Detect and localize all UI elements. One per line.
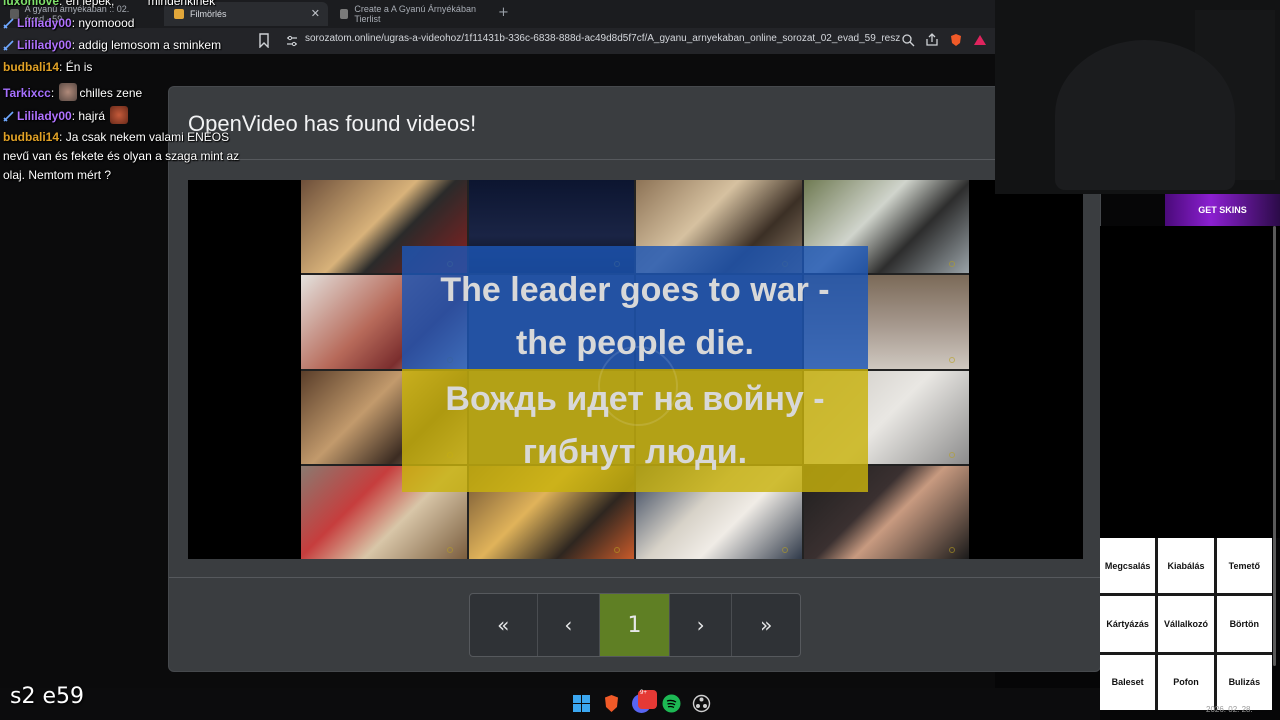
chat-username: Lililady00 bbox=[17, 16, 72, 30]
notification-badge: 9+ bbox=[638, 690, 657, 709]
chat-username: budbali14 bbox=[3, 130, 60, 144]
overlay-line: Вождь идет на войну - bbox=[445, 380, 825, 418]
sword-badge-icon bbox=[3, 18, 14, 29]
episode-label: s2 e59 bbox=[10, 684, 84, 709]
tab-label: Filmörlés bbox=[190, 9, 227, 19]
tab-favicon bbox=[174, 9, 184, 19]
webcam-person bbox=[1055, 40, 1235, 190]
right-panel bbox=[1100, 226, 1280, 538]
channel-icon bbox=[949, 451, 955, 458]
overlay-text-russian: Вождь идет на войну - гибнут люди. bbox=[402, 373, 868, 479]
emote-icon bbox=[59, 83, 78, 101]
soundboard-button[interactable]: Kártyázás bbox=[1100, 596, 1156, 652]
next-page-button[interactable]: › bbox=[670, 594, 733, 656]
previous-page-button[interactable]: ‹ bbox=[538, 594, 601, 656]
soundboard-button[interactable]: Pofon bbox=[1158, 654, 1214, 710]
brave-rewards-icon[interactable] bbox=[973, 33, 987, 47]
brave-browser-icon[interactable] bbox=[602, 694, 621, 713]
chat-message: Tarkixcc: chilles zene bbox=[3, 83, 142, 101]
discord-icon[interactable]: 9+ bbox=[632, 690, 657, 713]
soundboard-button[interactable]: Baleset bbox=[1100, 654, 1156, 710]
soundboard-button[interactable]: Megcsalás bbox=[1100, 538, 1156, 594]
chat-message: luxonlove: én lépek, mindenkinek bbox=[3, 0, 215, 8]
brave-shields-icon[interactable] bbox=[949, 33, 963, 47]
chat-text: én lépek, bbox=[65, 0, 115, 8]
chat-username: Tarkixcc bbox=[3, 86, 51, 100]
sword-badge-icon bbox=[3, 40, 14, 51]
chat-username: luxonlove bbox=[3, 0, 60, 8]
last-page-button[interactable]: » bbox=[732, 594, 800, 656]
chat-username: budbali14 bbox=[3, 60, 60, 74]
soundboard-button[interactable]: Temető bbox=[1216, 538, 1272, 594]
channel-icon bbox=[446, 547, 453, 553]
tab-tierlist[interactable]: Create a A Gyanú Árnyékában Tierlist bbox=[330, 2, 490, 26]
tab-label: Create a A Gyanú Árnyékában Tierlist bbox=[354, 4, 476, 24]
taskbar-date: 2026. 02. 28. bbox=[1206, 705, 1253, 714]
current-page-button[interactable]: 1 bbox=[600, 594, 670, 656]
pagination: « ‹ 1 › » bbox=[469, 593, 801, 657]
chat-text: mindenkinek bbox=[147, 0, 216, 8]
new-tab-icon[interactable]: + bbox=[498, 5, 509, 20]
channel-icon bbox=[949, 547, 955, 553]
chat-username: Lililady00 bbox=[17, 38, 72, 52]
overlay-line: гибнут люди. bbox=[522, 433, 748, 471]
chat-text: nyomoood bbox=[78, 16, 135, 30]
close-icon[interactable]: ✕ bbox=[311, 7, 320, 20]
share-icon[interactable] bbox=[925, 33, 939, 47]
divider bbox=[169, 159, 1100, 160]
soundboard-button[interactable]: Vállalkozó bbox=[1158, 596, 1214, 652]
sword-badge-icon bbox=[3, 111, 14, 122]
channel-icon bbox=[949, 261, 955, 268]
screen: A gyanú árnyékában :: 02. évad - 59 Film… bbox=[0, 0, 1280, 720]
chat-text: chilles zene bbox=[79, 86, 143, 100]
chat-text: addig lemosom a sminkem bbox=[78, 38, 222, 52]
video-player[interactable]: The leader goes to war - the people die.… bbox=[188, 180, 1083, 559]
overlay-line: the people die. bbox=[515, 324, 755, 362]
divider bbox=[169, 577, 1100, 578]
openvideo-modal: OpenVideo has found videos! The leader g… bbox=[169, 87, 1100, 671]
scrollbar[interactable] bbox=[1273, 226, 1276, 666]
channel-icon bbox=[614, 547, 620, 553]
overlay-line: The leader goes to war - bbox=[440, 271, 830, 309]
url-text[interactable]: sorozatom.online/ugras-a-videohoz/1f1143… bbox=[305, 33, 900, 44]
ukraine-flag-overlay: The leader goes to war - the people die.… bbox=[402, 246, 868, 492]
tab-favicon bbox=[340, 9, 349, 19]
soundboard-button[interactable]: Börtön bbox=[1216, 596, 1272, 652]
get-skins-banner[interactable]: GET SKINS bbox=[1165, 194, 1280, 226]
spotify-icon[interactable] bbox=[662, 694, 681, 713]
soundboard-grid: Megcsalás Kiabálás Temető Kártyázás Váll… bbox=[1100, 538, 1272, 710]
address-bar-actions bbox=[901, 33, 987, 47]
chat-message: Lililady00: hajrá bbox=[3, 106, 130, 124]
windows-start-icon[interactable] bbox=[572, 694, 591, 713]
webcam-feed bbox=[995, 0, 1280, 194]
site-settings-icon[interactable] bbox=[286, 35, 298, 47]
chat-message: Lililady00: addig lemosom a sminkem bbox=[3, 38, 221, 52]
bookmark-icon[interactable] bbox=[258, 33, 270, 48]
chat-text: Én is bbox=[65, 60, 93, 74]
chat-message: Lililady00: nyomoood bbox=[3, 16, 134, 30]
chat-message: budbali14: Ja csak nekem valami ENEOS ne… bbox=[3, 130, 240, 182]
taskbar-icons: 9+ bbox=[572, 690, 711, 713]
chat-username: Lililady00 bbox=[17, 109, 72, 123]
overlay-text-english: The leader goes to war - the people die. bbox=[402, 264, 868, 370]
chat-text: hajrá bbox=[78, 109, 106, 123]
obs-icon[interactable] bbox=[692, 694, 711, 713]
chat-message: budbali14: Én is bbox=[3, 60, 93, 74]
first-page-button[interactable]: « bbox=[470, 594, 538, 656]
channel-icon bbox=[949, 356, 955, 363]
zoom-icon[interactable] bbox=[901, 33, 915, 47]
taskbar: 9+ bbox=[0, 688, 1100, 720]
channel-icon bbox=[781, 547, 788, 553]
emote-icon bbox=[110, 106, 129, 124]
soundboard-button[interactable]: Bulizás bbox=[1216, 654, 1272, 710]
soundboard-button[interactable]: Kiabálás bbox=[1158, 538, 1214, 594]
